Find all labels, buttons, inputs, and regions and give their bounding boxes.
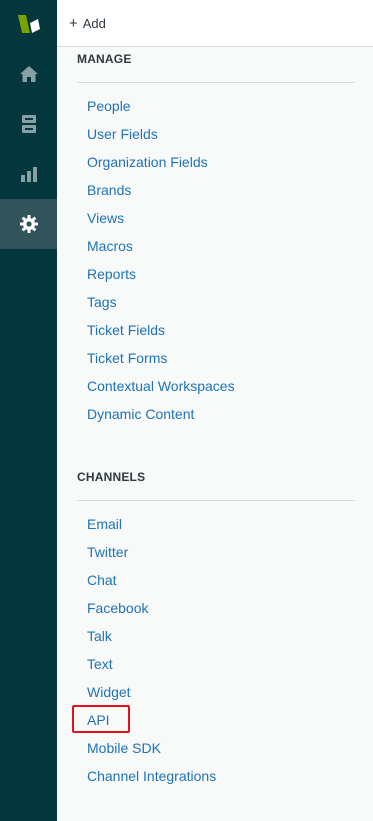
product-nav-rail: [0, 0, 57, 821]
channels-list: Email Twitter Chat Facebook Talk Text Wi…: [87, 510, 216, 790]
nav-item-ticket-fields[interactable]: Ticket Fields: [87, 316, 235, 344]
api-highlight-box: [72, 705, 130, 733]
manage-list: People User Fields Organization Fields B…: [87, 92, 235, 428]
nav-item-views[interactable]: Views: [87, 204, 235, 232]
nav-item-reports[interactable]: Reports: [87, 260, 235, 288]
admin-nav-panel: MANAGE People User Fields Organization F…: [57, 47, 373, 821]
section-title-manage: MANAGE: [77, 52, 132, 66]
section-divider: [77, 82, 355, 83]
nav-item-ticket-forms[interactable]: Ticket Forms: [87, 344, 235, 372]
nav-item-contextual-workspaces[interactable]: Contextual Workspaces: [87, 372, 235, 400]
nav-item-mobile-sdk[interactable]: Mobile SDK: [87, 734, 216, 762]
views-icon[interactable]: [0, 99, 57, 149]
section-title-channels: CHANNELS: [77, 470, 146, 484]
nav-item-text[interactable]: Text: [87, 650, 216, 678]
nav-item-talk[interactable]: Talk: [87, 622, 216, 650]
section-divider: [77, 500, 355, 501]
nav-item-tags[interactable]: Tags: [87, 288, 235, 316]
nav-item-facebook[interactable]: Facebook: [87, 594, 216, 622]
nav-item-email[interactable]: Email: [87, 510, 216, 538]
nav-item-organization-fields[interactable]: Organization Fields: [87, 148, 235, 176]
nav-item-channel-integrations[interactable]: Channel Integrations: [87, 762, 216, 790]
nav-item-user-fields[interactable]: User Fields: [87, 120, 235, 148]
gear-icon[interactable]: [0, 199, 57, 249]
home-icon[interactable]: [0, 49, 57, 99]
nav-item-dynamic-content[interactable]: Dynamic Content: [87, 400, 235, 428]
top-bar: + Add: [57, 0, 373, 47]
reporting-icon[interactable]: [0, 149, 57, 199]
nav-item-people[interactable]: People: [87, 92, 235, 120]
nav-item-widget[interactable]: Widget: [87, 678, 216, 706]
add-button[interactable]: + Add: [69, 14, 106, 32]
nav-item-twitter[interactable]: Twitter: [87, 538, 216, 566]
zendesk-logo-icon[interactable]: [0, 0, 57, 47]
nav-item-macros[interactable]: Macros: [87, 232, 235, 260]
nav-item-chat[interactable]: Chat: [87, 566, 216, 594]
nav-item-brands[interactable]: Brands: [87, 176, 235, 204]
admin-app: + Add MANAGE People User Fields Organiza…: [0, 0, 373, 821]
add-button-label: Add: [82, 15, 106, 31]
plus-icon: +: [69, 14, 78, 32]
